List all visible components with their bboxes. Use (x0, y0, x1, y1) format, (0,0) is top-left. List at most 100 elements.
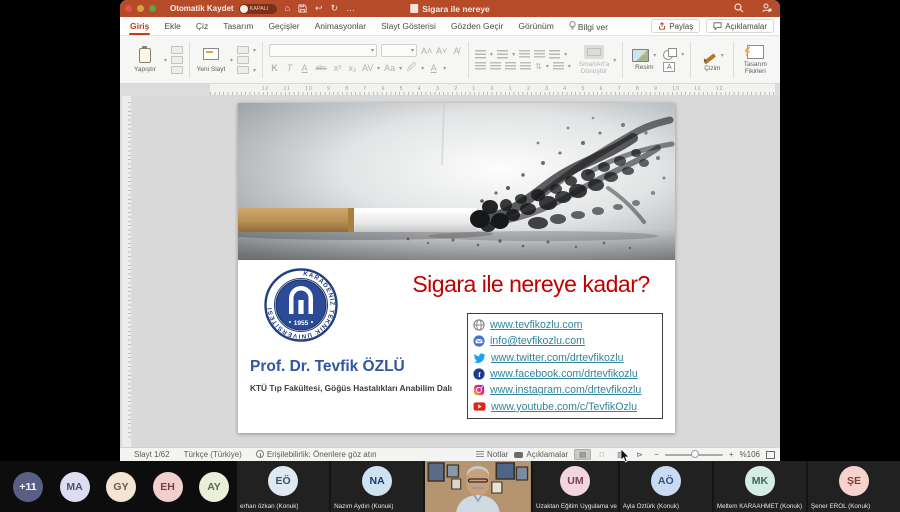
copy-icon[interactable] (171, 56, 183, 64)
shapes-icon[interactable] (663, 48, 677, 60)
grow-font-button[interactable]: A˄ (421, 46, 432, 56)
font-size-combobox[interactable]: ▾ (381, 44, 417, 57)
textbox-icon[interactable]: A (663, 62, 675, 72)
zoom-slider-thumb[interactable] (691, 450, 699, 458)
accessibility-check[interactable]: Erişilebilirlik: Önerilere göz atın (256, 450, 377, 459)
justify-icon[interactable] (520, 62, 531, 70)
change-case-button[interactable]: Aa (384, 63, 395, 73)
section-icon[interactable] (237, 66, 249, 74)
link-twitter[interactable]: www.twitter.com/drtevfikozlu (473, 350, 657, 365)
link-instagram[interactable]: www.instagram.com/drtevfikozlu (473, 383, 657, 398)
convert-to-smartart-button[interactable]: SmartArt'aDönüştür (579, 45, 610, 76)
align-left-icon[interactable] (475, 62, 486, 70)
more-commands-icon[interactable]: … (346, 4, 355, 13)
participant-avatar[interactable]: AY (199, 472, 229, 502)
normal-view-button[interactable]: ▤ (574, 449, 591, 460)
format-painter-icon[interactable] (171, 66, 183, 74)
smartart-icon (584, 45, 604, 59)
home-icon[interactable]: ⌂ (285, 4, 290, 13)
participant-tile[interactable]: NA Nazım Aydın (Konuk) (331, 461, 423, 512)
slideshow-button[interactable]: ⊳ (631, 449, 648, 460)
tab-animasyonlar[interactable]: Animasyonlar (314, 18, 368, 34)
bullets-icon[interactable] (475, 50, 486, 59)
font-color-button[interactable]: A (428, 63, 439, 73)
participant-video-tile[interactable] (425, 461, 531, 512)
font-name-combobox[interactable]: ▾ (269, 44, 377, 57)
autosave-toggle[interactable]: KAPALI (239, 4, 277, 14)
slide-sorter-view-button[interactable]: ∷ (593, 449, 610, 460)
new-slide-button[interactable]: Yeni Slayt (196, 48, 226, 73)
strikethrough-button[interactable]: abc (314, 65, 328, 72)
presence-icon[interactable] (762, 3, 772, 13)
participant-avatar[interactable]: MA (60, 472, 90, 502)
clear-format-button[interactable]: A̸ (451, 46, 462, 56)
share-button[interactable]: Paylaş (651, 19, 700, 33)
cut-icon[interactable] (171, 46, 183, 54)
increase-indent-icon[interactable] (534, 50, 545, 58)
superscript-button[interactable]: x² (332, 63, 343, 73)
link-email[interactable]: info@tevfikozlu.com (473, 334, 657, 349)
link-youtube[interactable]: www.youtube.com/c/TevfikOzlu (473, 399, 657, 414)
zoom-level[interactable]: %106 (740, 450, 760, 459)
redo-icon[interactable]: ↻ (331, 4, 339, 13)
zoom-slider[interactable] (665, 454, 723, 456)
comments-button[interactable]: Açıklamalar (706, 19, 774, 33)
tab-gecisler[interactable]: Geçişler (267, 18, 300, 34)
undo-icon[interactable]: ↩ (315, 4, 323, 13)
participant-tile[interactable]: ŞE Şener EROL (Konuk) (808, 461, 900, 512)
zoom-window-button[interactable] (149, 5, 156, 12)
text-direction-icon[interactable]: ⇅ (535, 62, 542, 71)
participant-avatar[interactable]: EH (153, 472, 183, 502)
tab-bilgi-ver-label: Bilgi ver (578, 22, 608, 32)
minimize-window-button[interactable] (137, 5, 144, 12)
save-icon[interactable] (298, 4, 307, 13)
search-icon[interactable] (734, 3, 744, 13)
zoom-in-button[interactable]: + (729, 450, 734, 459)
tab-giris[interactable]: Giriş (129, 18, 150, 34)
facebook-icon: f (473, 368, 485, 380)
comments-toggle[interactable]: Açıklamalar (514, 450, 568, 459)
align-right-icon[interactable] (505, 62, 516, 70)
draw-button[interactable]: ▾ Çizim (697, 49, 727, 72)
language-indicator[interactable]: Türkçe (Türkiye) (184, 450, 242, 459)
participant-tile[interactable]: EÖ erhan özkan (Konuk) (237, 461, 329, 512)
shrink-font-button[interactable]: A˅ (436, 46, 447, 56)
italic-button[interactable]: T (284, 63, 295, 73)
tab-bilgi-ver[interactable]: Bilgi ver (568, 18, 609, 35)
decrease-indent-icon[interactable] (519, 50, 530, 58)
reset-icon[interactable] (237, 56, 249, 64)
participant-avatar[interactable]: GY (106, 472, 136, 502)
slide[interactable]: KARADENİZ TEKNİK ÜNİVERSİTESİ 1955 Sigar… (238, 103, 675, 433)
layout-icon[interactable] (237, 46, 249, 54)
paste-dropdown-caret[interactable]: ▾ (164, 57, 167, 64)
underline-button[interactable]: A (299, 63, 310, 73)
tab-ekle[interactable]: Ekle (163, 18, 182, 34)
participant-tile[interactable]: UM Uzaktan Eğitim Uygulama ve Araştır... (533, 461, 618, 512)
close-window-button[interactable] (125, 5, 132, 12)
design-ideas-button[interactable]: TasarımFikirleri (740, 45, 770, 76)
zoom-out-button[interactable]: − (654, 450, 659, 459)
tab-ciz[interactable]: Çiz (195, 18, 209, 34)
overflow-participants-badge[interactable]: +11 (13, 472, 43, 502)
participant-tile[interactable]: AÖ Ayla Öztürk (Konuk) (620, 461, 712, 512)
character-spacing-button[interactable]: AV (362, 63, 373, 73)
participant-tile[interactable]: MK Meltem KARAAHMET (Konuk) (714, 461, 806, 512)
tab-tasarim[interactable]: Tasarım (222, 18, 254, 34)
link-website[interactable]: www.tevfikozlu.com (473, 318, 657, 333)
tab-gozden-gecir[interactable]: Gözden Geçir (450, 18, 504, 34)
bold-button[interactable]: K (269, 63, 280, 73)
link-facebook[interactable]: f www.facebook.com/drtevfikozlu (473, 367, 657, 382)
tab-slayt-gosterisi[interactable]: Slayt Gösterisi (380, 18, 437, 34)
tab-gorunum[interactable]: Görünüm (517, 18, 554, 34)
columns-icon[interactable] (553, 62, 564, 70)
numbering-icon[interactable] (497, 50, 508, 59)
fit-slide-icon[interactable] (766, 451, 775, 459)
highlight-button[interactable]: 🖉 (406, 60, 417, 76)
subscript-button[interactable]: x₂ (347, 63, 358, 73)
align-center-icon[interactable] (490, 62, 501, 70)
new-slide-caret[interactable]: ▾ (230, 57, 233, 64)
line-spacing-icon[interactable] (549, 50, 560, 59)
notes-toggle[interactable]: Notlar (476, 450, 508, 459)
picture-button[interactable]: ▾ Resim (629, 49, 659, 71)
paste-button[interactable]: Yapıştır (130, 48, 160, 73)
